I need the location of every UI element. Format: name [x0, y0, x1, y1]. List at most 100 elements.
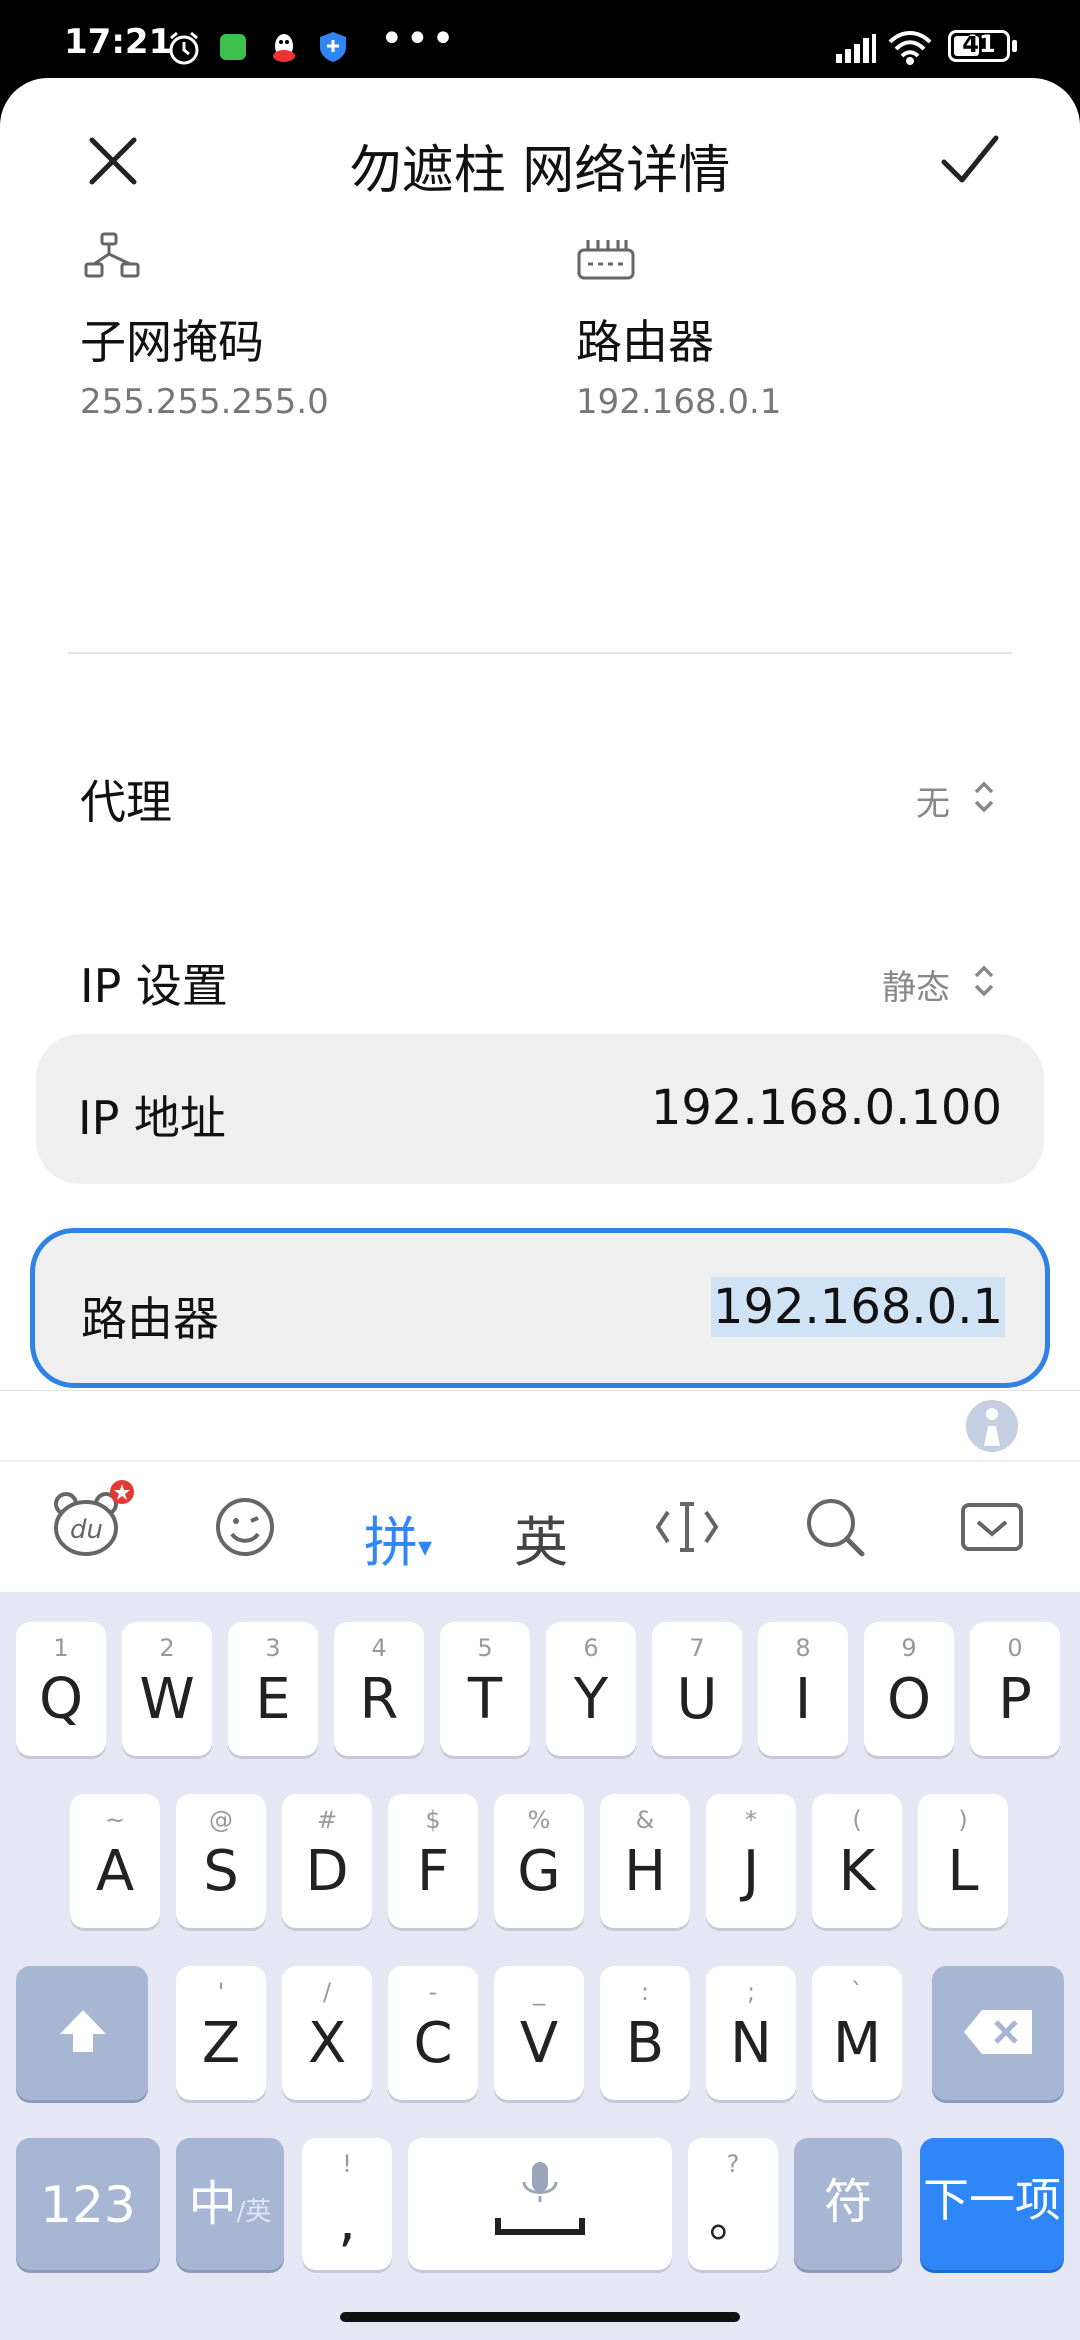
comma-hint: ! [342, 2150, 352, 2178]
backspace-key[interactable] [932, 1966, 1064, 2100]
router-field[interactable]: 路由器 192.168.0.1 [30, 1228, 1050, 1388]
key-h[interactable]: & H [600, 1794, 690, 1928]
number-key[interactable]: 123 [16, 2138, 160, 2270]
key-hint: 4 [371, 1634, 387, 1662]
key-hint: / [322, 1978, 332, 2006]
key-l[interactable]: ) L [918, 1794, 1008, 1928]
hide-keyboard-icon[interactable] [960, 1502, 1024, 1554]
key-w[interactable]: 2W [122, 1622, 212, 1756]
key-e[interactable]: 3E [228, 1622, 318, 1756]
key-label: L [947, 1839, 979, 1904]
chevron-updown-icon [974, 781, 994, 813]
check-icon[interactable] [940, 132, 1000, 188]
key-d[interactable]: # D [282, 1794, 372, 1928]
key-label: E [255, 1667, 291, 1732]
language-switch-key[interactable]: 中/英 [176, 2138, 284, 2270]
key-hint: * [745, 1806, 757, 1834]
key-p[interactable]: 0P [970, 1622, 1060, 1756]
caret-down-icon: ▾ [418, 1529, 433, 1563]
key-label: O [886, 1667, 932, 1732]
keyboard-toolbar: du 拼▾ 英 [0, 1460, 1080, 1594]
ip-address-input[interactable]: 192.168.0.100 [651, 1080, 1002, 1136]
key-hint: @ [209, 1806, 233, 1834]
accessibility-icon[interactable] [964, 1398, 1020, 1454]
key-hint: 2 [159, 1634, 175, 1662]
key-label: M [832, 2011, 882, 2076]
key-label: X [307, 2011, 347, 2076]
proxy-row[interactable]: 代理 无 [0, 740, 1080, 860]
space-key[interactable] [408, 2138, 672, 2270]
key-u[interactable]: 7U [652, 1622, 742, 1756]
key-label: Y [573, 1667, 609, 1732]
subnet-icon [84, 232, 140, 278]
period-key[interactable]: ? 。 [688, 2138, 778, 2270]
key-hint: ) [958, 1806, 968, 1834]
key-label: F [416, 1839, 450, 1904]
key-k[interactable]: (K [812, 1794, 902, 1928]
shift-icon [60, 2010, 106, 2052]
microphone-icon [495, 2162, 585, 2235]
pinyin-mode[interactable]: 拼▾ [364, 1498, 432, 1577]
comma-key[interactable]: ! , [302, 2138, 392, 2270]
home-indicator [340, 2312, 740, 2322]
key-o[interactable]: 9O [864, 1622, 954, 1756]
key-g[interactable]: % G [494, 1794, 584, 1928]
key-t[interactable]: 5T [440, 1622, 530, 1756]
cursor-icon[interactable] [656, 1498, 718, 1556]
next-field-key[interactable]: 下一项 [920, 2138, 1064, 2270]
chevron-updown-icon [974, 965, 994, 997]
shift-key[interactable] [16, 1966, 148, 2100]
english-mode[interactable]: 英 [514, 1498, 568, 1577]
router-field-label: 路由器 [81, 1292, 219, 1346]
key-label: C [413, 2011, 453, 2076]
key-i[interactable]: 8I [758, 1622, 848, 1756]
divider [0, 1390, 1080, 1391]
key-b[interactable]: :B [600, 1966, 690, 2100]
period-label: 。 [708, 2192, 757, 2248]
key-f[interactable]: $ F [388, 1794, 478, 1928]
ip-settings-value: 静态 [882, 968, 950, 1008]
key-r[interactable]: 4R [334, 1622, 424, 1756]
key-label: N [730, 2011, 772, 2076]
du-bear-icon[interactable]: du [50, 1480, 140, 1568]
key-label: T [467, 1667, 503, 1732]
key-hint: ' [217, 1978, 225, 2006]
key-label: J [742, 1839, 760, 1904]
key-s[interactable]: @ S [176, 1794, 266, 1928]
status-bar: 17:21 ••• 41 [0, 0, 1080, 80]
status-time: 17:21 [64, 22, 173, 62]
shield-icon [320, 32, 346, 62]
key-label: S [203, 1839, 239, 1904]
ip-address-field[interactable]: IP 地址 192.168.0.100 [36, 1034, 1044, 1184]
key-label: G [517, 1839, 561, 1904]
key-j[interactable]: * J [706, 1794, 796, 1928]
next-label: 下一项 [923, 2173, 1061, 2227]
key-m[interactable]: ` M [812, 1966, 902, 2100]
symbols-key[interactable]: 符 [794, 2138, 902, 2270]
key-label: V [519, 2011, 559, 2076]
key-label: H [623, 1839, 667, 1904]
key-label: U [676, 1667, 718, 1732]
key-hint: _ [533, 1978, 545, 2006]
key-v[interactable]: _ V [494, 1966, 584, 2100]
key-hint: % [527, 1806, 551, 1834]
key-label: D [305, 1839, 349, 1904]
subnet-label: 子网掩码 [80, 315, 264, 369]
key-a[interactable]: ~ A [70, 1794, 160, 1928]
key-z[interactable]: ' Z [176, 1966, 266, 2100]
emoji-icon[interactable] [214, 1496, 276, 1558]
alarm-icon [169, 31, 199, 65]
key-c[interactable]: -C [388, 1966, 478, 2100]
key-q[interactable]: 1Q [16, 1622, 106, 1756]
battery-level: 41 [962, 30, 996, 58]
more-dots-icon: ••• [380, 16, 457, 62]
key-label: B [625, 2011, 665, 2076]
router-label: 路由器 [576, 315, 714, 369]
search-icon[interactable] [804, 1496, 866, 1558]
key-hint: 6 [583, 1634, 599, 1662]
ip-settings-row[interactable]: IP 设置 静态 [0, 924, 1080, 1040]
key-y[interactable]: 6Y [546, 1622, 636, 1756]
router-input[interactable]: 192.168.0.1 [710, 1277, 1005, 1337]
key-x[interactable]: / X [282, 1966, 372, 2100]
key-n[interactable]: ; N [706, 1966, 796, 2100]
